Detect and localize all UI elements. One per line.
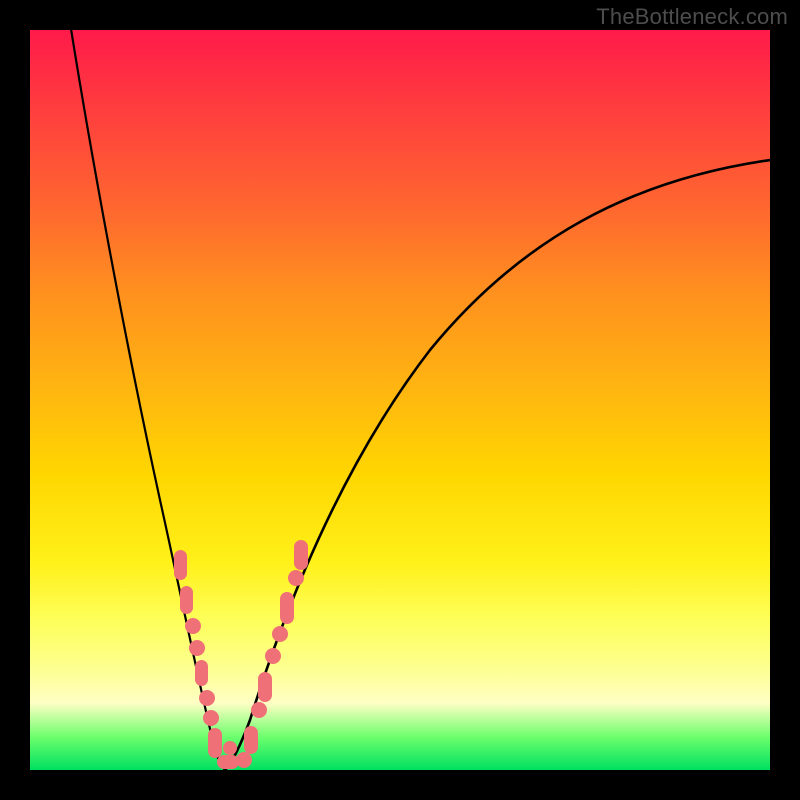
bead xyxy=(251,702,267,718)
watermark-text: TheBottleneck.com xyxy=(596,4,788,30)
bead xyxy=(223,741,237,755)
plot-area xyxy=(30,30,770,770)
bead xyxy=(258,672,272,702)
bead xyxy=(199,690,215,706)
left-curve xyxy=(68,30,225,770)
right-curve xyxy=(225,160,770,770)
bead xyxy=(265,648,281,664)
bead xyxy=(217,755,239,769)
bead xyxy=(174,550,187,580)
bead xyxy=(272,626,288,642)
bead-cluster xyxy=(174,540,308,769)
chart-frame: TheBottleneck.com xyxy=(0,0,800,800)
bead xyxy=(203,710,219,726)
bead xyxy=(189,640,205,656)
bead xyxy=(208,728,222,758)
bead xyxy=(185,618,201,634)
bead xyxy=(180,586,193,614)
curves-layer xyxy=(30,30,770,770)
bead xyxy=(195,660,208,686)
bead xyxy=(236,752,252,768)
bead xyxy=(288,570,304,586)
bead xyxy=(280,592,294,624)
bead xyxy=(244,726,258,754)
bead xyxy=(294,540,308,570)
